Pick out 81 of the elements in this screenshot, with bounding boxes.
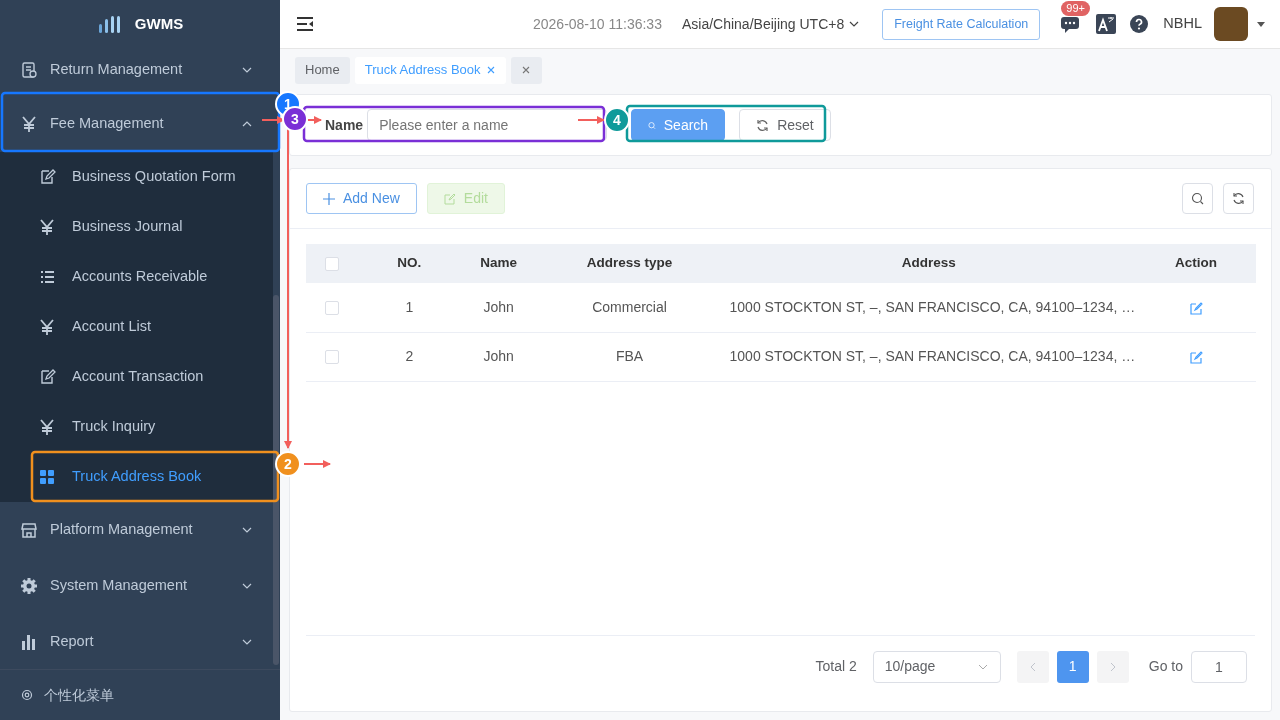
edit-icon [38, 368, 56, 386]
goto-label: Go to [1148, 657, 1183, 676]
notification-badge: 99+ [1061, 1, 1090, 16]
menu-customize-link[interactable]: 个性化菜单 [44, 684, 114, 706]
step-number: 4 [613, 112, 621, 128]
submenu-item[interactable]: Account Transaction [0, 352, 273, 402]
document-icon [20, 61, 38, 79]
avatar-placeholder[interactable] [1214, 7, 1248, 41]
submenu-item[interactable]: Account List [0, 302, 273, 352]
plus-icon[interactable] [323, 192, 335, 205]
edit-icon [38, 168, 56, 186]
column-header: NO. [358, 244, 460, 283]
settings-icon [20, 688, 34, 702]
yen-icon [38, 218, 56, 236]
edit-icon[interactable] [1189, 350, 1203, 364]
refresh-icon[interactable] [756, 118, 770, 132]
submenu-item[interactable]: Business Quotation Form [0, 152, 273, 202]
timezone-dropdown[interactable]: Asia/China/Beijing UTC+8 [681, 13, 861, 35]
menu-item[interactable]: Platform Management [0, 502, 273, 558]
message-icon[interactable] [1060, 15, 1081, 33]
menu-item[interactable]: Report [0, 614, 273, 670]
column-header: Action [1136, 244, 1256, 283]
submenu-item[interactable]: Business Journal [0, 202, 273, 252]
date-time: 2026-08-10 11:36:33 [533, 14, 662, 34]
column-header: Address [721, 244, 1137, 283]
annotation-arrow [577, 116, 605, 124]
table-cell: Commercial [537, 283, 722, 332]
total-count: Total 2 [815, 657, 857, 676]
page-size-select[interactable]: 10/page [872, 650, 1001, 683]
app-name: GWMS [134, 13, 184, 34]
goto-page-input[interactable]: 1 [1191, 650, 1247, 683]
table-cell: FBA [537, 332, 722, 381]
help-icon[interactable] [1130, 15, 1149, 33]
table-cell: 1000 STOCKTON ST, –, SAN FRANCISCO, CA, 94100–1234, … [721, 332, 1137, 381]
refresh-button[interactable] [1223, 183, 1254, 214]
bar-chart-icon [20, 633, 38, 651]
column-header: Address type [537, 244, 722, 283]
close-icon[interactable] [521, 65, 532, 75]
shop-icon [20, 521, 38, 539]
select-all-checkbox[interactable] [325, 256, 340, 271]
submenu-item[interactable]: Truck Address Book [0, 452, 273, 502]
column-header: Name [459, 244, 538, 283]
menu-item[interactable]: System Management [0, 558, 273, 614]
freight-rate-button[interactable]: Freight Rate Calculation [882, 8, 1041, 40]
search-toggle-button[interactable] [1182, 183, 1213, 214]
translate-icon[interactable] [1096, 14, 1117, 34]
edit-icon[interactable] [1189, 301, 1203, 315]
page-tab[interactable]: Home [295, 56, 350, 84]
annotation-arrow [303, 460, 331, 468]
field-label: Name [325, 115, 364, 135]
refresh-icon[interactable] [1232, 192, 1245, 205]
row-checkbox[interactable] [325, 301, 340, 316]
submenu-item[interactable]: Truck Inquiry [0, 402, 273, 452]
search-icon[interactable] [1191, 192, 1204, 205]
table-cell: John [459, 332, 538, 381]
yen-icon [38, 318, 56, 336]
menu-item[interactable]: Return Management [0, 48, 273, 92]
annotation-arrow [307, 116, 322, 124]
yen-icon [20, 115, 38, 133]
table-cell: 1 [358, 283, 460, 332]
list-icon [38, 268, 56, 286]
user-name: NBHL [1163, 14, 1202, 34]
scrollbar-thumb[interactable] [273, 295, 279, 665]
row-checkbox[interactable] [325, 350, 340, 365]
menu-item[interactable]: Fee Management [0, 96, 273, 152]
logo-icon [96, 14, 121, 34]
table-cell: John [459, 283, 538, 332]
menu-toggle-icon[interactable] [296, 16, 314, 32]
settings-icon [20, 577, 38, 595]
step-number: 3 [291, 111, 299, 127]
name-input[interactable]: Please enter a name [367, 109, 608, 141]
add-new-button[interactable]: Add New [306, 183, 417, 214]
submenu-item[interactable]: Accounts Receivable [0, 252, 273, 302]
table-cell: 2 [358, 332, 460, 381]
caret-icon[interactable] [1256, 19, 1266, 29]
table-cell: 1000 STOCKTON ST, –, SAN FRANCISCO, CA, 94100–1234, … [721, 283, 1137, 332]
yen-icon [38, 418, 56, 436]
grid-icon [38, 468, 56, 486]
reset-button[interactable]: Reset [739, 109, 831, 141]
step-number: 2 [284, 456, 292, 472]
close-icon[interactable] [485, 65, 496, 75]
